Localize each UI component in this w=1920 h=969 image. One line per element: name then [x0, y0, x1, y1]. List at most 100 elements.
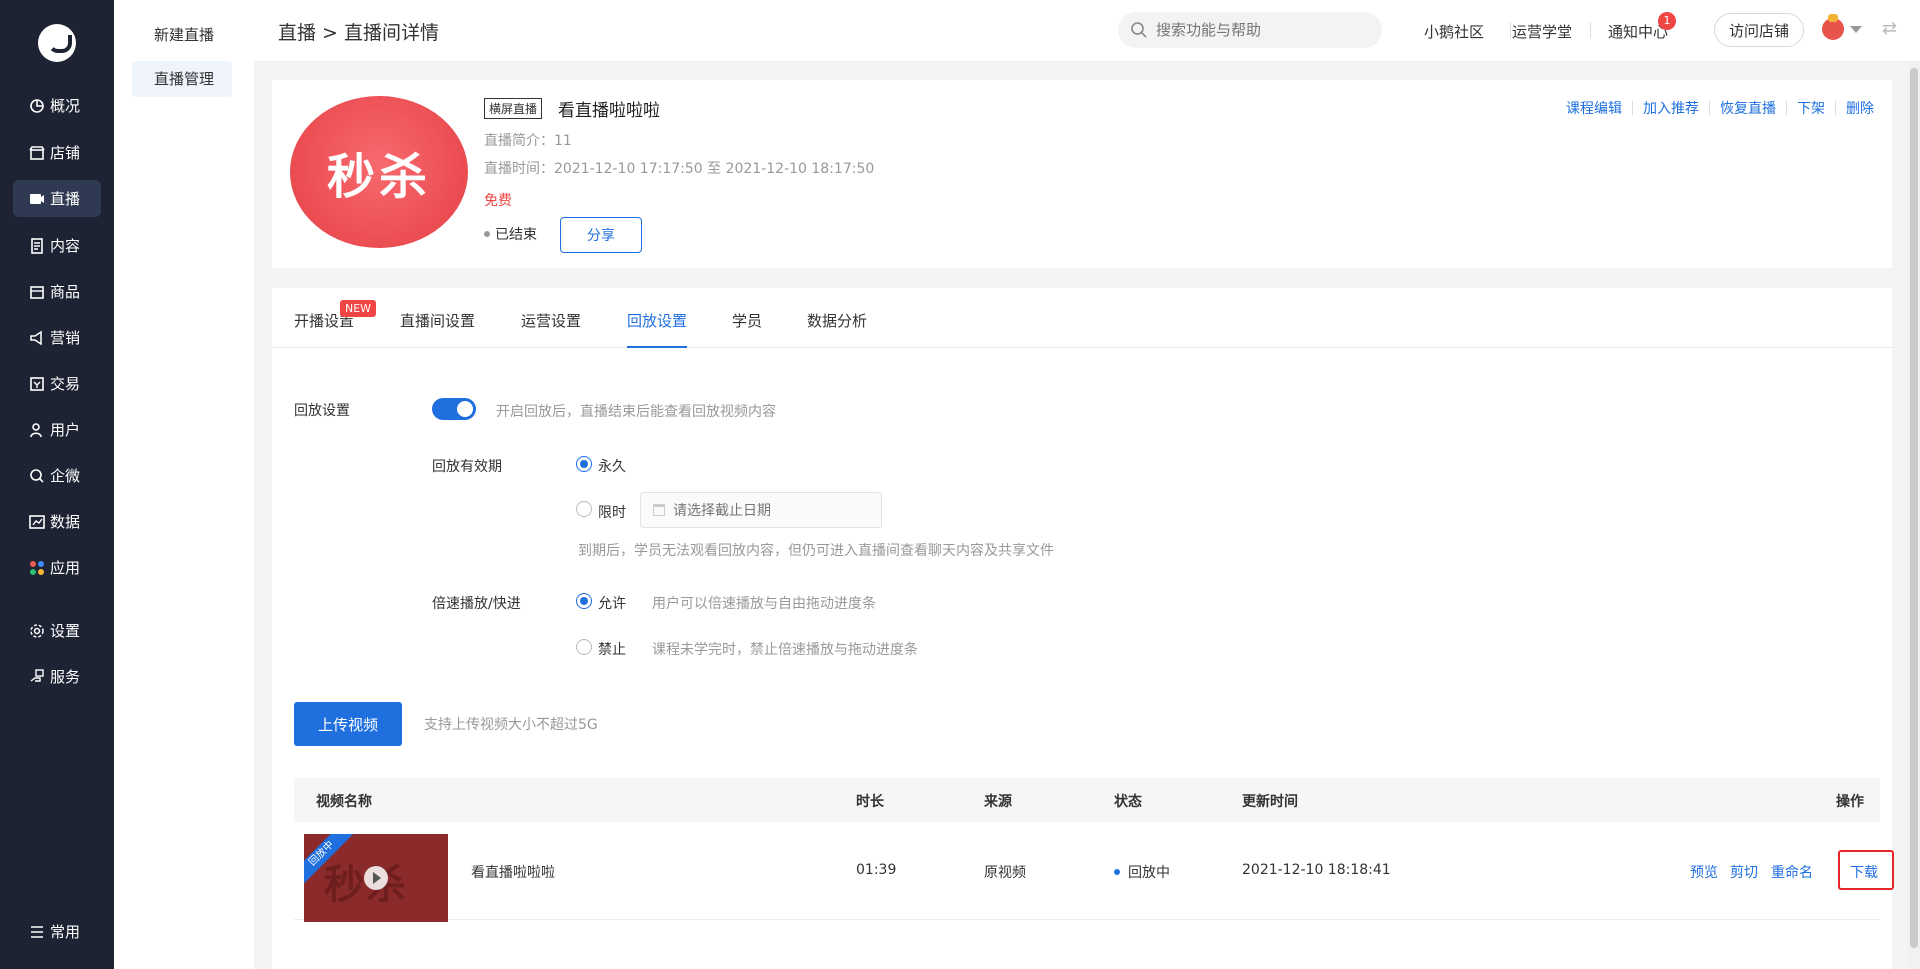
- radio-allow-label[interactable]: 允许: [598, 593, 626, 613]
- calendar-icon: [653, 504, 665, 516]
- nav-item-overview[interactable]: 概况: [13, 87, 101, 124]
- top-header: 直播 > 直播间详情 小鹅社区 运营学堂 通知中心 1 访问店铺 ⇄: [254, 0, 1920, 62]
- allow-hint: 用户可以倍速播放与自由拖动进度条: [652, 596, 876, 612]
- nav-label: 服务: [50, 668, 81, 686]
- apps-icon: [29, 560, 45, 576]
- content-icon: [29, 237, 45, 254]
- delete-link[interactable]: 删除: [1846, 98, 1874, 118]
- tab-data-analysis[interactable]: 数据分析: [807, 310, 867, 348]
- play-icon[interactable]: [364, 866, 388, 890]
- tab-start-live[interactable]: 开播设置 NEW: [294, 300, 377, 348]
- visit-store-button[interactable]: 访问店铺: [1714, 13, 1804, 47]
- nav-label: 常用: [50, 923, 81, 941]
- upload-hint: 支持上传视频大小不超过5G: [424, 717, 598, 733]
- header-divider: [1510, 22, 1511, 38]
- cut-link[interactable]: 剪切: [1730, 862, 1758, 882]
- expire-hint: 到期后，学员无法观看回放内容，但仍可进入直播间查看聊天内容及共享文件: [578, 543, 1054, 559]
- course-cover: 秒杀: [290, 96, 468, 248]
- menu-icon: [29, 924, 45, 940]
- nav-item-product[interactable]: 商品: [13, 273, 101, 310]
- sub-item-live-manage[interactable]: 直播管理: [132, 61, 232, 97]
- radio-forbid[interactable]: [576, 639, 592, 655]
- data-icon: [29, 514, 45, 530]
- action-divider: [1709, 101, 1710, 115]
- dashboard-icon: [29, 98, 45, 114]
- nav-item-common[interactable]: 常用: [13, 913, 101, 950]
- nav-label: 数据: [50, 513, 81, 531]
- nav-item-content[interactable]: 内容: [13, 227, 101, 264]
- search-box[interactable]: [1118, 12, 1382, 48]
- nav-label: 交易: [50, 375, 81, 393]
- share-button[interactable]: 分享: [560, 217, 642, 253]
- nav-item-settings[interactable]: 设置: [13, 612, 101, 649]
- validity-label: 回放有效期: [432, 459, 502, 475]
- upload-video-button[interactable]: 上传视频: [294, 702, 402, 746]
- nav-label: 直播: [50, 190, 81, 208]
- course-actions: 课程编辑 加入推荐 恢复直播 下架 删除: [1566, 98, 1874, 118]
- marketing-icon: [29, 330, 45, 346]
- radio-limited[interactable]: [576, 501, 592, 517]
- nav-item-user[interactable]: 用户: [13, 411, 101, 448]
- course-status: 已结束: [484, 224, 537, 244]
- nav-item-trade[interactable]: 交易: [13, 365, 101, 402]
- avatar[interactable]: [1822, 14, 1844, 40]
- nav-label: 概况: [50, 97, 81, 115]
- deadline-date-input[interactable]: [673, 501, 873, 521]
- nav-label: 用户: [50, 421, 81, 439]
- video-status: 回放中: [1114, 862, 1170, 882]
- status-text: 回放中: [1128, 865, 1170, 881]
- tab-students[interactable]: 学员: [732, 310, 762, 348]
- live-icon: [29, 191, 45, 207]
- service-icon: [29, 668, 45, 685]
- radio-forever-label[interactable]: 永久: [598, 456, 626, 476]
- status-dot: [484, 231, 490, 237]
- notify-badge: 1: [1658, 12, 1676, 30]
- nav-item-service[interactable]: 服务: [13, 658, 101, 695]
- header-divider: [1590, 22, 1591, 38]
- video-thumbnail[interactable]: 秒杀 回放中: [304, 834, 448, 922]
- radio-allow[interactable]: [576, 593, 592, 609]
- video-name: 看直播啦啦啦: [471, 865, 555, 881]
- deadline-date-picker[interactable]: [640, 492, 882, 528]
- forbid-hint: 课程未学完时，禁止倍速播放与拖动进度条: [652, 642, 918, 658]
- nav-label: 设置: [50, 622, 81, 640]
- nav-item-data[interactable]: 数据: [13, 503, 101, 540]
- radio-limited-label[interactable]: 限时: [598, 502, 626, 522]
- nav-item-wecom[interactable]: 企微: [13, 457, 101, 494]
- link-community[interactable]: 小鹅社区: [1424, 21, 1484, 42]
- resume-live-link[interactable]: 恢复直播: [1720, 98, 1776, 118]
- rename-link[interactable]: 重命名: [1771, 862, 1813, 882]
- scrollbar-thumb[interactable]: [1910, 68, 1918, 948]
- radio-forever[interactable]: [576, 456, 592, 472]
- playback-toggle[interactable]: [432, 398, 476, 420]
- edit-course-link[interactable]: 课程编辑: [1566, 98, 1622, 118]
- col-duration: 时长: [856, 794, 884, 810]
- nav-item-store[interactable]: 店铺: [13, 134, 101, 171]
- tab-room-settings[interactable]: 直播间设置: [400, 310, 475, 348]
- search-input[interactable]: [1156, 19, 1366, 41]
- playback-hint: 开启回放后，直播结束后能查看回放视频内容: [496, 404, 776, 420]
- course-card: 秒杀 横屏直播 看直播啦啦啦 直播简介：11 直播时间：2021-12-10 1…: [272, 80, 1892, 268]
- add-recommend-link[interactable]: 加入推荐: [1643, 98, 1699, 118]
- nav-item-apps[interactable]: 应用: [13, 549, 101, 586]
- logo-icon[interactable]: [38, 24, 76, 62]
- unpublish-link[interactable]: 下架: [1797, 98, 1825, 118]
- switch-icon[interactable]: ⇄: [1882, 18, 1897, 39]
- user-icon: [29, 422, 45, 438]
- sub-item-new-live[interactable]: 新建直播: [132, 17, 232, 53]
- trade-icon: [29, 376, 45, 392]
- nav-item-live[interactable]: 直播: [13, 180, 101, 217]
- tab-playback-settings[interactable]: 回放设置: [627, 310, 688, 348]
- nav-item-marketing[interactable]: 营销: [13, 319, 101, 356]
- link-school[interactable]: 运营学堂: [1512, 21, 1572, 42]
- action-divider: [1786, 101, 1787, 115]
- main-nav: 概况 店铺 直播 内容 商品 营销 交易 用户 企微 数据 应用 设置 服务 常…: [0, 0, 114, 969]
- preview-link[interactable]: 预览: [1690, 862, 1718, 882]
- chevron-down-icon[interactable]: [1850, 26, 1862, 33]
- tab-operation-settings[interactable]: 运营设置: [521, 310, 581, 348]
- radio-forbid-label[interactable]: 禁止: [598, 639, 626, 659]
- breadcrumb: 直播 > 直播间详情: [278, 22, 439, 44]
- col-actions: 操作: [1836, 794, 1864, 810]
- table-header: 视频名称 时长 来源 状态 更新时间 操作: [294, 778, 1880, 822]
- search-icon: [1131, 22, 1147, 38]
